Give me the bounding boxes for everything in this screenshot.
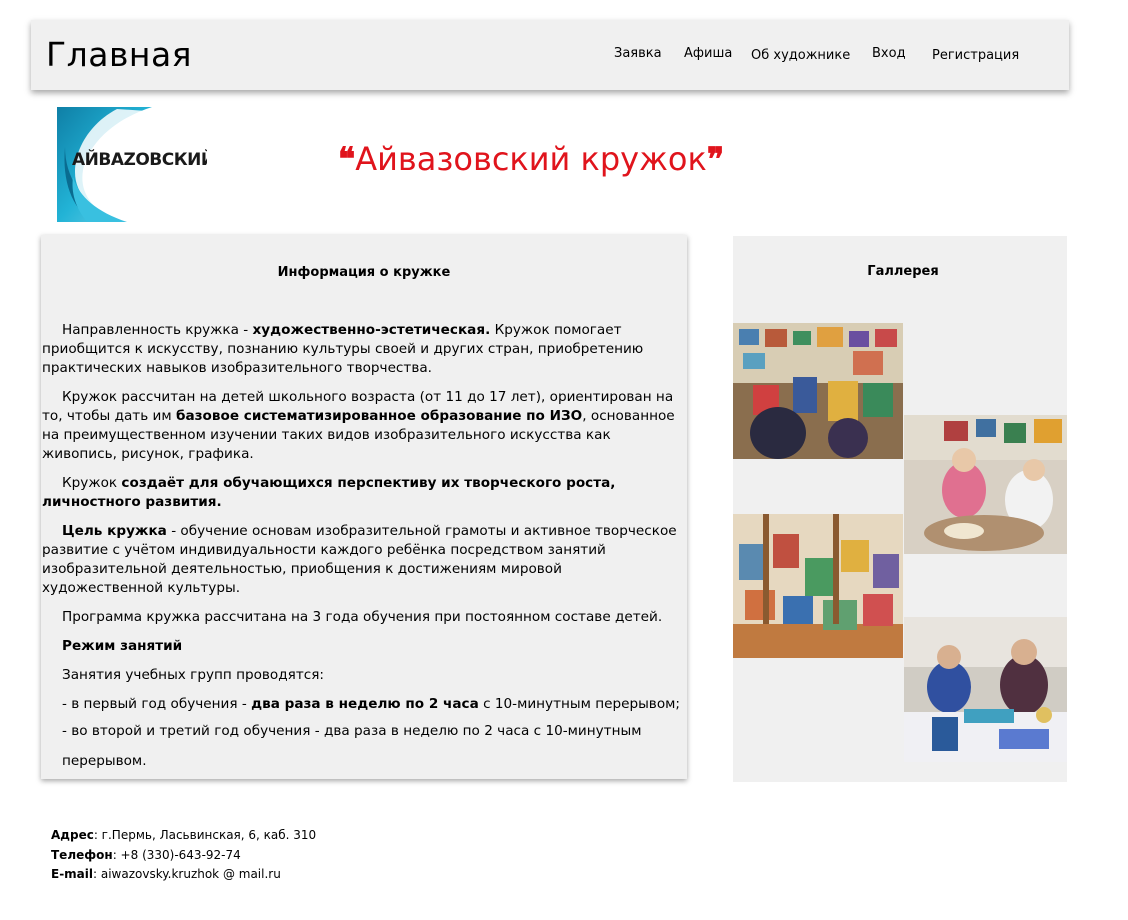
info-heading: Информация о кружке (277, 265, 451, 280)
gallery-photo[interactable] (904, 617, 1067, 762)
phone-value: : +8 (330)-643-92-74 (112, 847, 241, 862)
bold-text: базовое систематизированное образование … (175, 408, 583, 424)
home-link[interactable]: Главная (46, 35, 192, 74)
page-title-text: Айвазовский кружок (355, 140, 707, 178)
gallery-photo[interactable] (733, 323, 903, 459)
gallery-panel: Галлерея (733, 236, 1067, 782)
nav-link-events[interactable]: Афиша (684, 46, 732, 61)
open-quote-icon: ❝ (338, 140, 356, 178)
bold-text: Режим занятий (62, 638, 183, 654)
email-value: : aiwazovsky.kruzhok @ mail.ru (93, 867, 281, 881)
email-label: E-mail (51, 867, 94, 881)
site-logo: АЙВАZОВСКИЙ (57, 107, 207, 222)
info-paragraph: Программа кружка рассчитана на 3 года об… (62, 609, 663, 625)
info-paragraph: Кружок рассчитан на детей школьного возр… (42, 388, 687, 464)
nav-link-about-artist[interactable]: Об художнике (751, 48, 850, 63)
gallery-heading: Галлерея (867, 264, 939, 279)
bold-text: два раза в неделю по 2 часа (251, 696, 479, 712)
phone-label: Телефон (51, 847, 113, 862)
gallery-photo[interactable] (904, 415, 1067, 554)
info-paragraph: Кружок создаёт для обучающихся перспекти… (42, 474, 687, 512)
info-paragraph: Занятия учебных групп проводятся: (62, 667, 324, 683)
logo-text: АЙВАZОВСКИЙ (72, 150, 207, 170)
nav-link-login[interactable]: Вход (872, 46, 906, 61)
info-paragraph: Цель кружка - обучение основам изобразит… (42, 522, 687, 598)
text: с 10-минутным перерывом; (478, 696, 680, 712)
address-value: : г.Пермь, Ласьвинская, 6, каб. 310 (93, 828, 317, 842)
email-line: E-mail: aiwazovsky.kruzhok @ mail.ru (51, 865, 316, 885)
schedule-heading: Режим занятий (42, 637, 687, 656)
info-list-item: - в первый год обучения - два раза в нед… (42, 695, 687, 713)
info-body: Направленность кружка - художественно-эс… (42, 321, 687, 785)
phone-line: Телефон: +8 (330)-643-92-74 (51, 846, 316, 866)
info-paragraph: Направленность кружка - художественно-эс… (42, 321, 687, 378)
bold-text: Цель кружка (62, 523, 167, 539)
text: - в первый год обучения - (62, 696, 252, 712)
close-quote-icon: ❞ (706, 140, 725, 178)
nav-link-register[interactable]: Регистрация (932, 48, 1019, 63)
text: Кружок (62, 475, 122, 491)
bold-text: создаёт для обучающихся перспективу их т… (42, 475, 616, 510)
top-navbar: Главная Заявка Афиша Об художнике Вход Р… (31, 20, 1069, 90)
text: Направленность кружка - (62, 322, 253, 338)
bold-text: художественно-эстетическая. (252, 322, 491, 338)
address-line: Адрес: г.Пермь, Ласьвинская, 6, каб. 310 (51, 826, 316, 846)
info-panel: Информация о кружке Направленность кружк… (41, 235, 687, 779)
address-label: Адрес (51, 828, 94, 842)
nav-link-application[interactable]: Заявка (614, 46, 662, 61)
info-list-item: - во второй и третий год обучения - два … (62, 723, 642, 769)
contact-footer: Адрес: г.Пермь, Ласьвинская, 6, каб. 310… (51, 826, 316, 885)
page-title: ❝Айвазовский кружок❞ (338, 140, 724, 178)
gallery-photo[interactable] (733, 514, 903, 658)
